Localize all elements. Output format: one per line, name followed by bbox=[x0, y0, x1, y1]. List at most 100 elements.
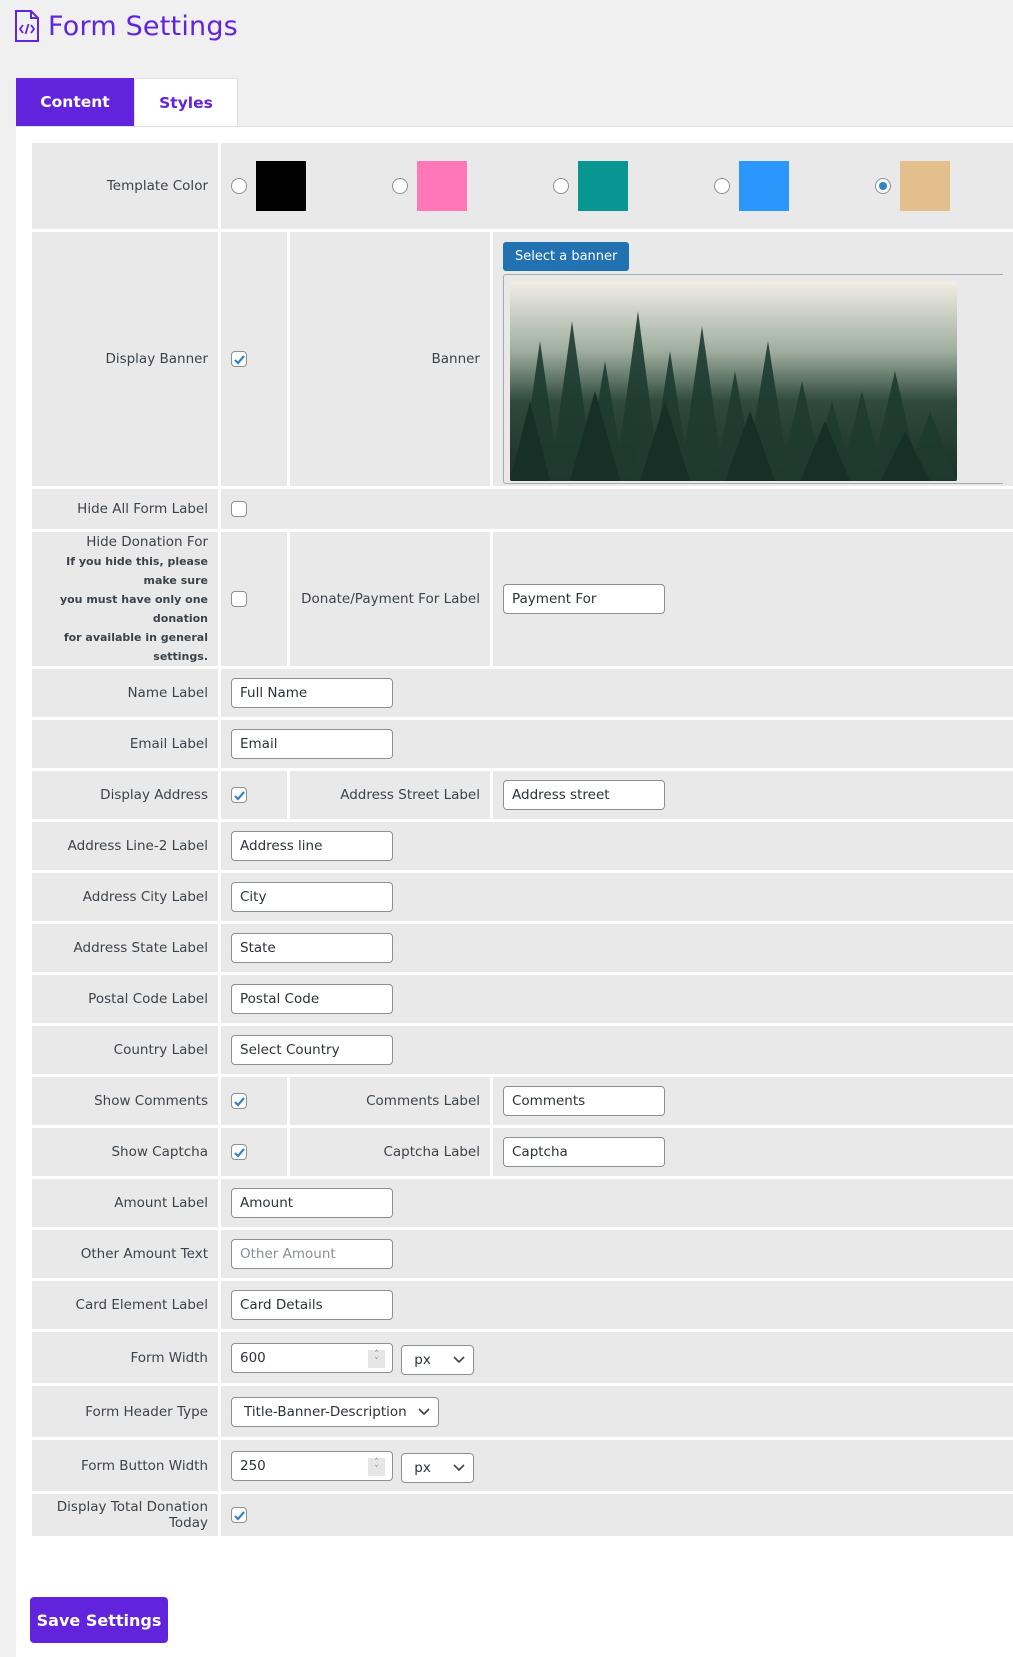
payment-for-input[interactable] bbox=[503, 584, 665, 614]
template-color-options bbox=[221, 143, 1013, 229]
display-total-donation-checkbox[interactable] bbox=[231, 1507, 247, 1523]
color-radio[interactable] bbox=[231, 178, 247, 194]
postal-code-label: Postal Code Label bbox=[32, 975, 218, 1023]
amount-label: Amount Label bbox=[32, 1179, 218, 1227]
comments-input[interactable] bbox=[503, 1086, 665, 1116]
color-swatch[interactable] bbox=[256, 161, 306, 211]
address-line2-label: Address Line-2 Label bbox=[32, 822, 218, 870]
checkmark-icon bbox=[233, 1147, 245, 1158]
country-input[interactable] bbox=[231, 1035, 393, 1065]
hide-donation-for-checkbox[interactable] bbox=[231, 591, 247, 607]
form-width-spinner[interactable]: ˄ ˅ bbox=[368, 1349, 385, 1368]
row-show-captcha: Show Captcha Captcha Label bbox=[32, 1128, 1013, 1176]
form-header-type-label: Form Header Type bbox=[32, 1386, 218, 1437]
captcha-label: Captcha Label bbox=[290, 1128, 490, 1176]
comments-label: Comments Label bbox=[290, 1077, 490, 1125]
show-captcha-checkbox[interactable] bbox=[231, 1144, 247, 1160]
row-template-color: Template Color bbox=[32, 143, 1013, 229]
name-label-label: Name Label bbox=[32, 669, 218, 717]
tab-styles[interactable]: Styles bbox=[134, 78, 238, 126]
settings-table: Template Color Display Banner Banner Sel… bbox=[29, 140, 1013, 1539]
display-banner-label: Display Banner bbox=[32, 232, 218, 486]
checkmark-icon bbox=[233, 1096, 245, 1107]
form-header-type-select[interactable]: Title-Banner-Description bbox=[231, 1396, 439, 1427]
address-street-label: Address Street Label bbox=[290, 771, 490, 819]
form-button-width-unit-value: px bbox=[414, 1459, 431, 1476]
banner-label: Banner bbox=[290, 232, 490, 486]
form-button-width-unit-select[interactable]: px bbox=[401, 1452, 475, 1483]
color-swatch[interactable] bbox=[900, 161, 950, 211]
form-button-width-label: Form Button Width bbox=[32, 1440, 218, 1491]
color-swatch[interactable] bbox=[739, 161, 789, 211]
show-comments-checkbox[interactable] bbox=[231, 1093, 247, 1109]
address-state-input[interactable] bbox=[231, 933, 393, 963]
row-form-header-type: Form Header Type Title-Banner-Descriptio… bbox=[32, 1386, 1013, 1437]
chevron-down-icon bbox=[418, 1407, 430, 1415]
captcha-input[interactable] bbox=[503, 1137, 665, 1167]
color-radio[interactable] bbox=[714, 178, 730, 194]
save-settings-button[interactable]: Save Settings bbox=[30, 1597, 168, 1643]
row-address-state: Address State Label bbox=[32, 924, 1013, 972]
settings-panel: Template Color Display Banner Banner Sel… bbox=[16, 126, 1013, 1657]
row-card-element: Card Element Label bbox=[32, 1281, 1013, 1329]
address-street-input[interactable] bbox=[503, 780, 665, 810]
hide-donation-for-label: Hide Donation For bbox=[86, 534, 208, 550]
hide-donation-hint-1: If you hide this, please make sure bbox=[66, 555, 208, 587]
address-line2-input[interactable] bbox=[231, 831, 393, 861]
email-label-label: Email Label bbox=[32, 720, 218, 768]
color-option[interactable] bbox=[865, 161, 1013, 211]
row-country: Country Label bbox=[32, 1026, 1013, 1074]
row-amount: Amount Label bbox=[32, 1179, 1013, 1227]
row-address-line2: Address Line-2 Label bbox=[32, 822, 1013, 870]
postal-code-input[interactable] bbox=[231, 984, 393, 1014]
form-button-width-spinner[interactable]: ˄ ˅ bbox=[368, 1457, 385, 1476]
display-address-label: Display Address bbox=[32, 771, 218, 819]
color-option[interactable] bbox=[704, 161, 865, 211]
checkmark-icon bbox=[233, 354, 245, 365]
form-width-unit-select[interactable]: px bbox=[401, 1344, 475, 1375]
address-state-label: Address State Label bbox=[32, 924, 218, 972]
card-element-label: Card Element Label bbox=[32, 1281, 218, 1329]
checkmark-icon bbox=[233, 1510, 245, 1521]
select-banner-button[interactable]: Select a banner bbox=[503, 242, 630, 271]
row-display-address: Display Address Address Street Label bbox=[32, 771, 1013, 819]
chevron-down-icon bbox=[453, 1463, 465, 1471]
page-title: Form Settings bbox=[48, 10, 238, 42]
row-form-button-width: Form Button Width ˄˅ px bbox=[32, 1440, 1013, 1491]
other-amount-input[interactable] bbox=[231, 1239, 393, 1269]
country-label: Country Label bbox=[32, 1026, 218, 1074]
row-display-banner: Display Banner Banner Select a banner bbox=[32, 232, 1013, 486]
amount-input[interactable] bbox=[231, 1188, 393, 1218]
email-label-input[interactable] bbox=[231, 729, 393, 759]
color-radio[interactable] bbox=[392, 178, 408, 194]
form-width-label: Form Width bbox=[32, 1332, 218, 1383]
name-label-input[interactable] bbox=[231, 678, 393, 708]
color-option[interactable] bbox=[221, 161, 382, 211]
color-swatch[interactable] bbox=[578, 161, 628, 211]
row-name-label: Name Label bbox=[32, 669, 1013, 717]
other-amount-label: Other Amount Text bbox=[32, 1230, 218, 1278]
row-hide-all-form-label: Hide All Form Label bbox=[32, 489, 1013, 529]
show-comments-label: Show Comments bbox=[32, 1077, 218, 1125]
form-header-type-value: Title-Banner-Description bbox=[244, 1403, 407, 1420]
address-city-label: Address City Label bbox=[32, 873, 218, 921]
color-swatch[interactable] bbox=[417, 161, 467, 211]
display-address-checkbox[interactable] bbox=[231, 787, 247, 803]
color-radio-selected[interactable] bbox=[875, 178, 891, 194]
address-city-input[interactable] bbox=[231, 882, 393, 912]
hide-all-form-label-checkbox[interactable] bbox=[231, 501, 247, 517]
display-total-donation-label: Display Total Donation Today bbox=[32, 1494, 218, 1536]
tab-content[interactable]: Content bbox=[16, 78, 134, 126]
row-email-label: Email Label bbox=[32, 720, 1013, 768]
color-option[interactable] bbox=[543, 161, 704, 211]
display-banner-checkbox[interactable] bbox=[231, 351, 247, 367]
card-element-input[interactable] bbox=[231, 1290, 393, 1320]
form-width-unit-value: px bbox=[414, 1351, 431, 1368]
checkmark-icon bbox=[233, 790, 245, 801]
color-option[interactable] bbox=[382, 161, 543, 211]
hide-donation-hint-3: for available in general settings. bbox=[63, 631, 208, 663]
banner-preview bbox=[503, 274, 1003, 484]
row-display-total-donation: Display Total Donation Today bbox=[32, 1494, 1013, 1536]
show-captcha-label: Show Captcha bbox=[32, 1128, 218, 1176]
color-radio[interactable] bbox=[553, 178, 569, 194]
